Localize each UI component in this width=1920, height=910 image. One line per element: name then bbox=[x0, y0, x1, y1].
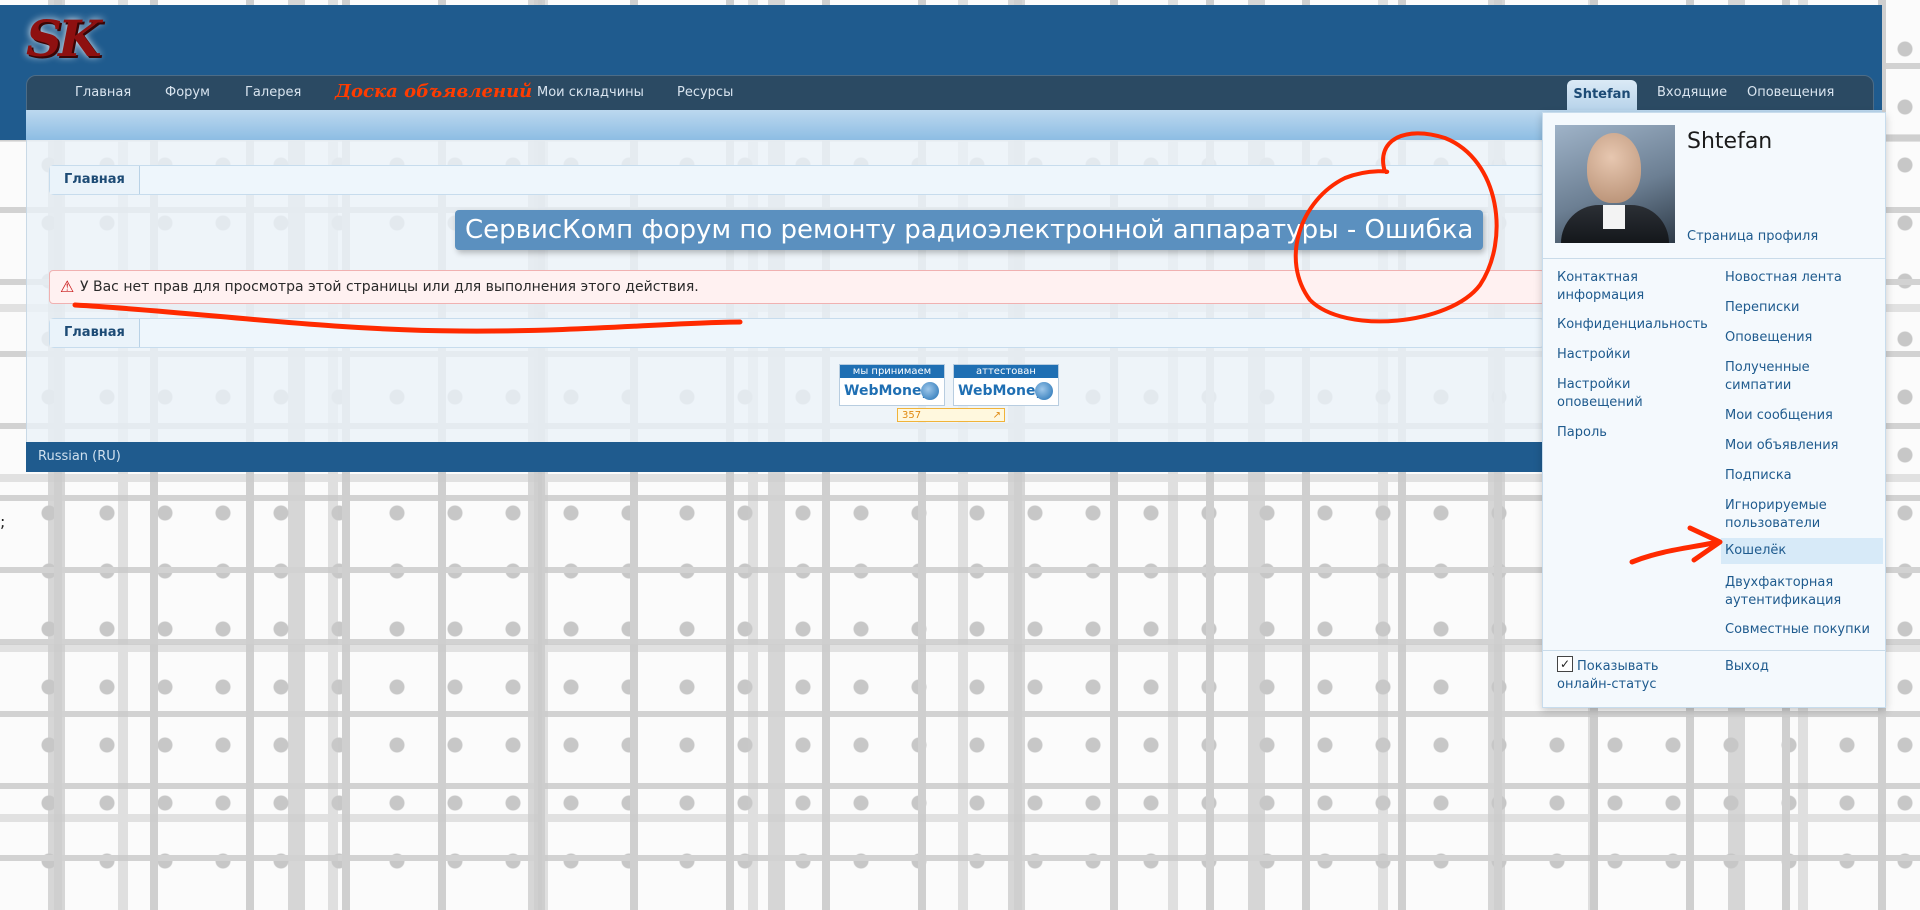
breadcrumb-top: Главная bbox=[49, 165, 1545, 195]
webmoney-accept-caption: мы принимаем bbox=[840, 365, 944, 378]
main-nav: Главная Форум Галерея Доска объявлений М… bbox=[26, 75, 1874, 111]
avatar-collar bbox=[1603, 205, 1625, 229]
menu-news-feed[interactable]: Новостная лента bbox=[1725, 269, 1875, 287]
menu-my-messages[interactable]: Мои сообщения bbox=[1725, 407, 1875, 425]
avatar-head bbox=[1587, 133, 1641, 203]
counter-arrow-icon: ↗ bbox=[992, 410, 1001, 421]
nav-classifieds[interactable]: Доска объявлений bbox=[335, 76, 532, 110]
online-status-checkbox[interactable]: ✓ bbox=[1557, 656, 1573, 672]
main-content: Главная СервисКомп форум по ремонту ради… bbox=[26, 140, 1545, 442]
error-message: ⚠ У Вас нет прав для просмотра этой стра… bbox=[49, 270, 1545, 304]
menu-wallet[interactable]: Кошелёк bbox=[1721, 538, 1883, 564]
footer-bar: Russian (RU) bbox=[26, 442, 1542, 472]
webmoney-accept-badge[interactable]: мы принимаем WebMoney bbox=[839, 364, 945, 406]
menu-subscription[interactable]: Подписка bbox=[1725, 467, 1875, 485]
avatar[interactable] bbox=[1555, 125, 1675, 243]
menu-received-likes[interactable]: Полученные симпатии bbox=[1725, 359, 1875, 395]
menu-password[interactable]: Пароль bbox=[1557, 424, 1707, 442]
menu-alert-settings[interactable]: Настройки оповещений bbox=[1557, 376, 1707, 412]
menu-settings[interactable]: Настройки bbox=[1557, 346, 1707, 364]
menu-alerts[interactable]: Оповещения bbox=[1725, 329, 1875, 347]
counter-value: 357 bbox=[902, 410, 922, 421]
breadcrumb-home-bottom[interactable]: Главная bbox=[50, 319, 140, 347]
nav-user-tab[interactable]: Shtefan bbox=[1567, 80, 1637, 110]
panel-divider-bottom bbox=[1543, 650, 1885, 651]
menu-privacy[interactable]: Конфиденциальность bbox=[1557, 316, 1708, 334]
webmoney-attested-caption: аттестован bbox=[954, 365, 1058, 378]
nav-inbox[interactable]: Входящие bbox=[1657, 76, 1727, 110]
breadcrumb-home[interactable]: Главная bbox=[50, 166, 140, 194]
breadcrumb-bottom: Главная bbox=[49, 318, 1545, 348]
nav-home[interactable]: Главная bbox=[75, 76, 131, 110]
page-title: СервисКомп форум по ремонту радиоэлектро… bbox=[455, 210, 1484, 250]
visit-counter[interactable]: 357 ↗ bbox=[897, 408, 1005, 422]
online-status-label[interactable]: Показывать онлайн-статус bbox=[1557, 658, 1677, 694]
panel-divider bbox=[1543, 258, 1885, 259]
nav-my-shares[interactable]: Мои складчины bbox=[537, 76, 644, 110]
nav-gallery[interactable]: Галерея bbox=[245, 76, 301, 110]
user-dropdown-panel: Shtefan Страница профиля Контактная инфо… bbox=[1542, 112, 1886, 708]
webmoney-attested-badge[interactable]: аттестован WebMoney bbox=[953, 364, 1059, 406]
webmoney-globe-icon bbox=[921, 382, 939, 400]
panel-username[interactable]: Shtefan bbox=[1687, 129, 1772, 154]
menu-my-classifieds[interactable]: Мои объявления bbox=[1725, 437, 1875, 455]
nav-resources[interactable]: Ресурсы bbox=[677, 76, 733, 110]
webmoney-globe-icon-2 bbox=[1035, 382, 1053, 400]
language-selector[interactable]: Russian (RU) bbox=[38, 442, 121, 472]
site-logo[interactable]: SK bbox=[26, 8, 146, 70]
menu-group-buys[interactable]: Совместные покупки bbox=[1725, 621, 1875, 639]
menu-two-factor[interactable]: Двухфакторная аутентификация bbox=[1725, 574, 1875, 610]
warning-icon: ⚠ bbox=[60, 277, 75, 296]
stray-text: ; bbox=[0, 512, 6, 531]
menu-conversations[interactable]: Переписки bbox=[1725, 299, 1875, 317]
menu-logout[interactable]: Выход bbox=[1725, 658, 1875, 676]
nav-alerts[interactable]: Оповещения bbox=[1747, 76, 1834, 110]
error-text: У Вас нет прав для просмотра этой страни… bbox=[80, 279, 699, 295]
menu-ignored-users[interactable]: Игнорируемые пользователи bbox=[1725, 497, 1875, 533]
profile-page-link[interactable]: Страница профиля bbox=[1687, 229, 1818, 244]
nav-forum[interactable]: Форум bbox=[165, 76, 210, 110]
menu-contact-info[interactable]: Контактная информация bbox=[1557, 269, 1707, 305]
